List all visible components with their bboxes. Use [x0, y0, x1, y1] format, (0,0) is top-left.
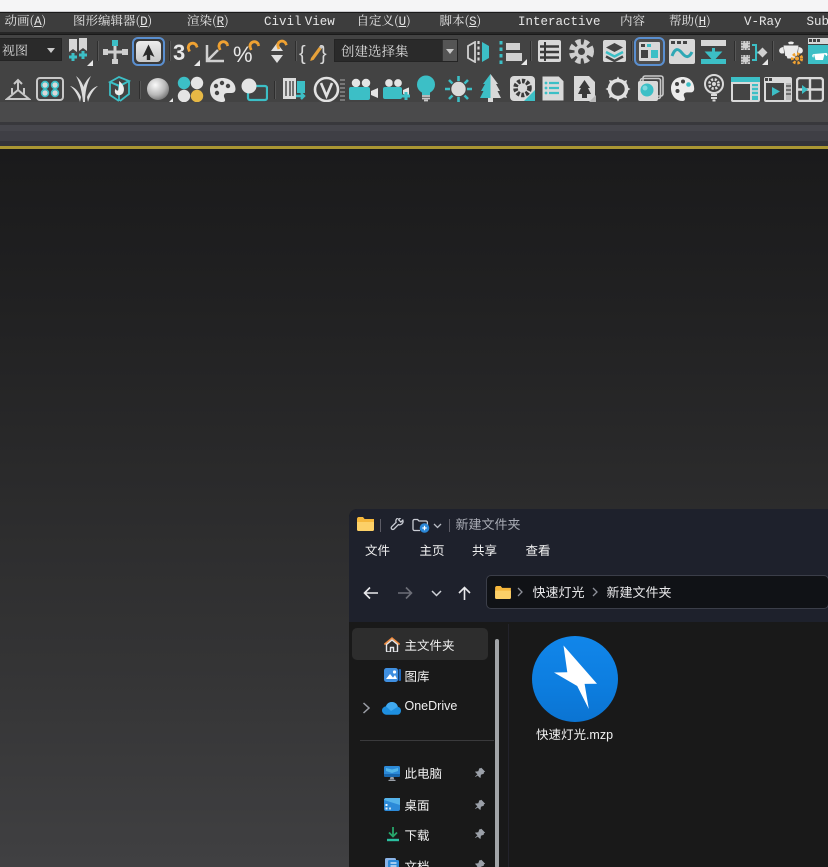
svg-text:{: {	[299, 43, 306, 65]
svg-text:3: 3	[173, 40, 185, 65]
